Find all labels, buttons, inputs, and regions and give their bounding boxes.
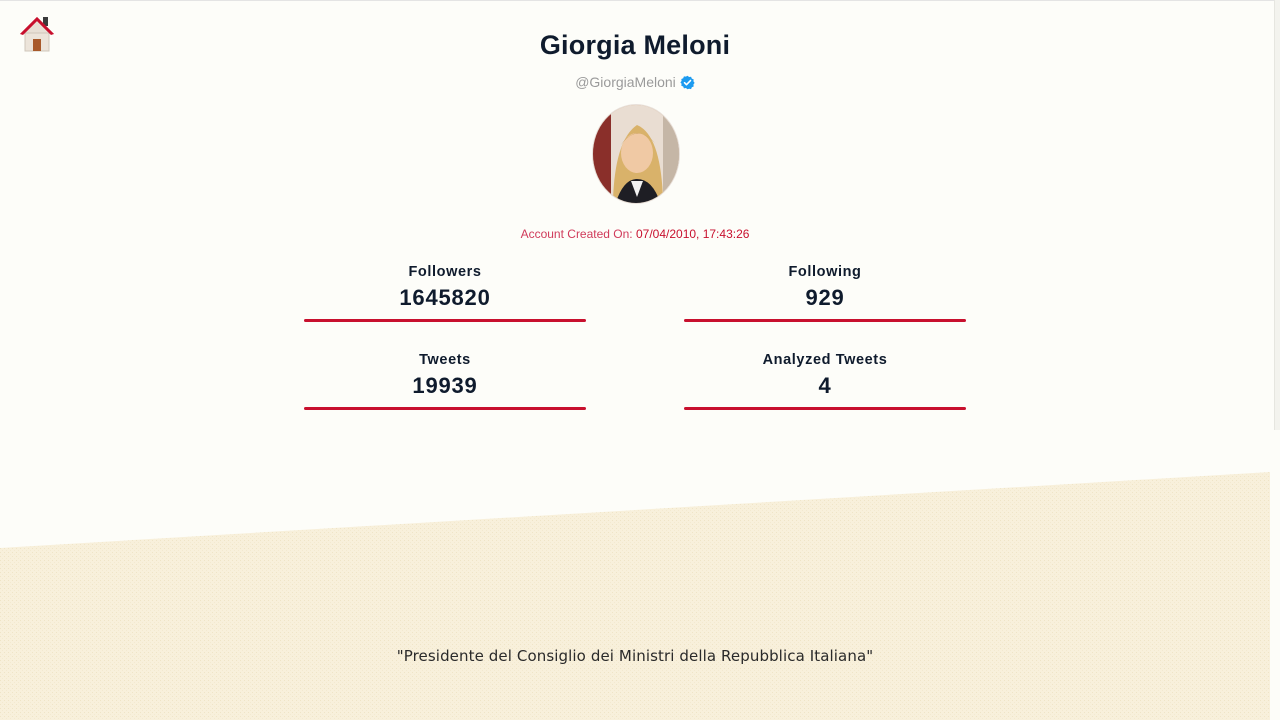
account-created: Account Created On: 07/04/2010, 17:43:26 xyxy=(0,227,1270,241)
stat-label: Following xyxy=(788,264,862,280)
stat-value: 4 xyxy=(818,373,832,398)
stat-value: 1645820 xyxy=(399,285,491,310)
profile-handle[interactable]: @GiorgiaMeloni xyxy=(575,74,676,90)
stat-label: Tweets xyxy=(419,352,471,368)
stat-followers: Followers 1645820 xyxy=(304,263,586,322)
account-created-value: 07/04/2010, 17:43:26 xyxy=(635,227,750,241)
stat-value: 929 xyxy=(805,285,845,310)
stat-value: 19939 xyxy=(412,373,478,398)
profile-avatar xyxy=(592,104,680,204)
stat-label: Followers xyxy=(408,264,482,280)
stat-underline xyxy=(304,319,586,322)
account-created-label: Account Created On: xyxy=(520,227,633,241)
handle-row: @GiorgiaMeloni xyxy=(0,74,1270,90)
profile-name: Giorgia Meloni xyxy=(539,30,731,60)
avatar-portrait xyxy=(593,105,679,203)
stat-label: Analyzed Tweets xyxy=(762,352,888,368)
stat-underline xyxy=(684,407,966,410)
stat-analyzed-tweets: Analyzed Tweets 4 xyxy=(684,351,966,410)
stat-underline xyxy=(304,407,586,410)
verified-badge-icon xyxy=(680,75,695,89)
stat-underline xyxy=(684,319,966,322)
stat-tweets: Tweets 19939 xyxy=(304,351,586,410)
profile-bio: "Presidente del Consiglio dei Ministri d… xyxy=(396,647,874,665)
stat-following: Following 929 xyxy=(684,263,966,322)
